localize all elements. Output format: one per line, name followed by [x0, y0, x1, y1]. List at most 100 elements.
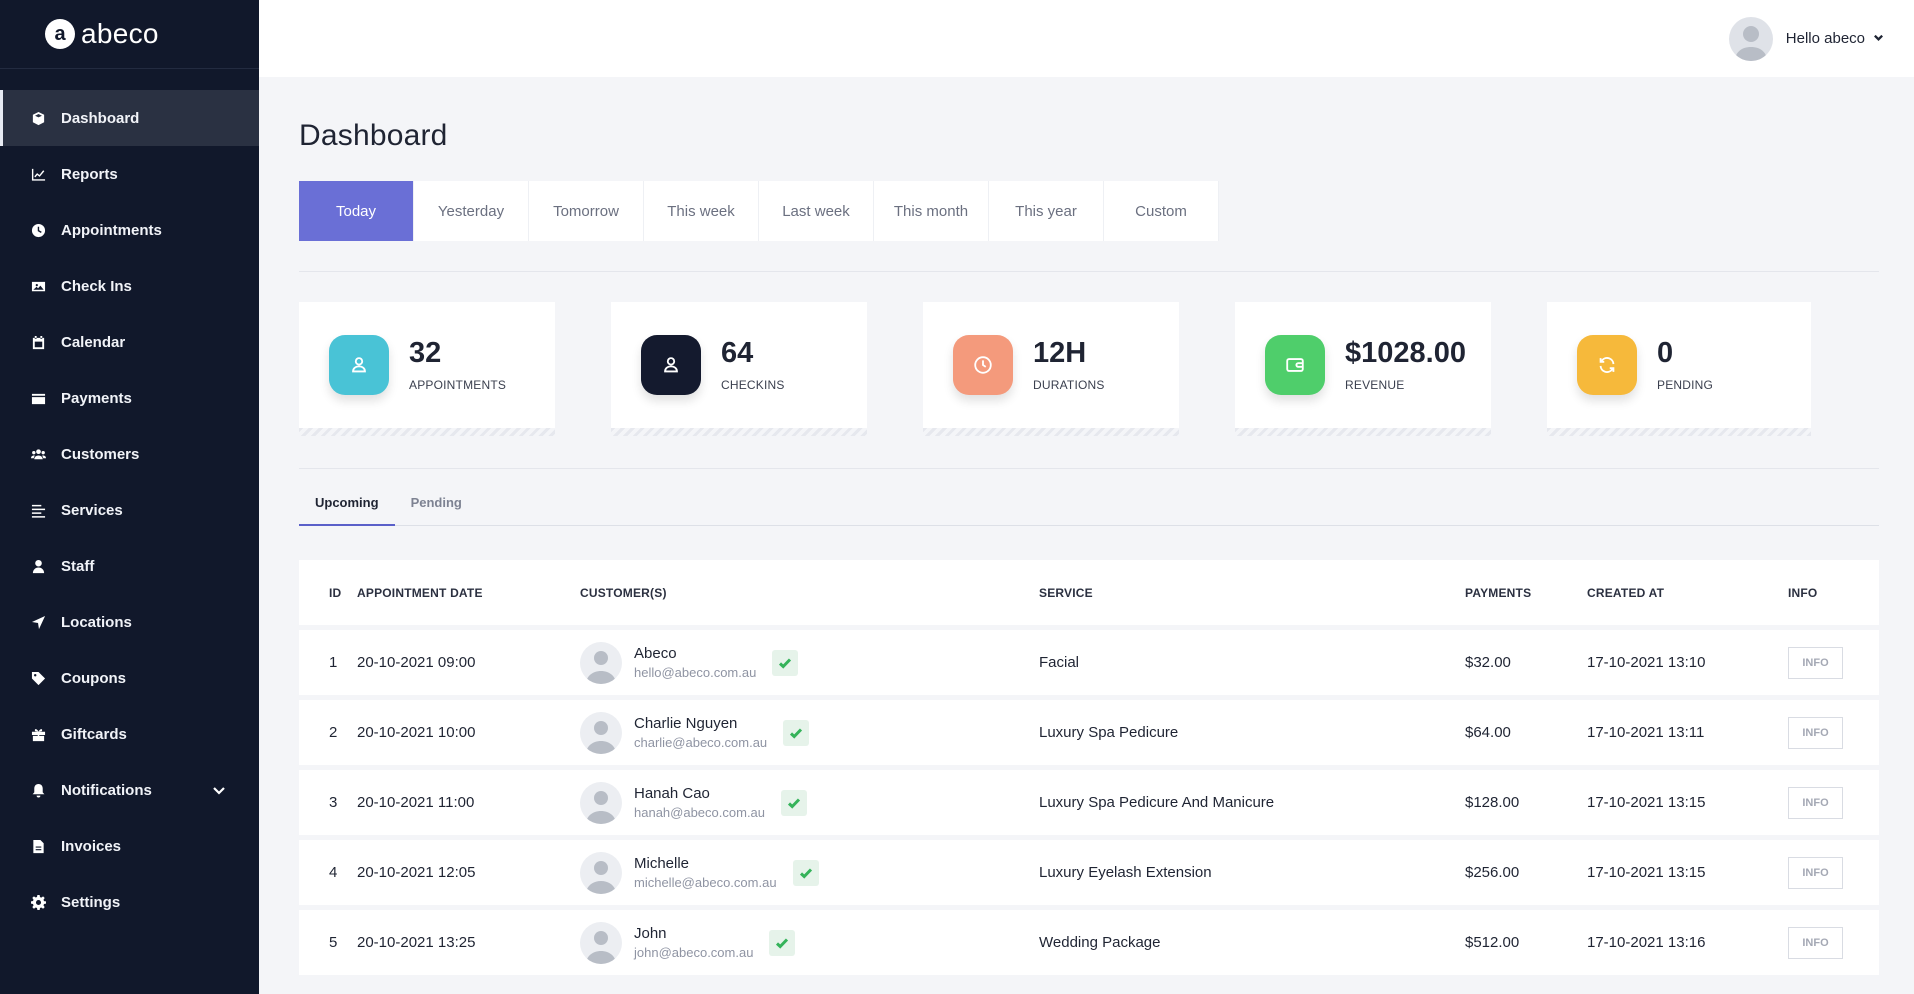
tab-pending[interactable]: Pending — [395, 493, 478, 526]
stat-card-durations: 12H DURATIONS — [923, 302, 1179, 436]
topbar: Hello abeco — [259, 0, 1914, 77]
avatar — [1728, 16, 1773, 61]
stat-value: 12H — [1033, 336, 1087, 369]
sidebar-item-notifications[interactable]: Notifications — [0, 762, 259, 818]
table-row[interactable]: 2 20-10-2021 10:00 Charlie Nguyen charli… — [299, 695, 1879, 765]
stat-value: 64 — [721, 336, 754, 369]
header-appointment-date: APPOINTMENT DATE — [357, 585, 483, 600]
sidebar-item-settings[interactable]: Settings — [0, 874, 259, 930]
cell-id: 4 — [329, 864, 338, 881]
sidebar-item-check-ins[interactable]: Check Ins — [0, 258, 259, 314]
customer-name: Hanah Cao — [634, 785, 710, 802]
info-button[interactable]: INFO — [1788, 856, 1843, 889]
sidebar-item-services[interactable]: Services — [0, 482, 259, 538]
sidebar-item-locations[interactable]: Locations — [0, 594, 259, 650]
customer-name: Charlie Nguyen — [634, 715, 738, 732]
sidebar-item-payments[interactable]: Payments — [0, 370, 259, 426]
brand[interactable]: a abeco — [0, 0, 259, 69]
cell-id: 3 — [329, 794, 338, 811]
sidebar-item-label: Check Ins — [61, 277, 132, 295]
user-icon — [30, 558, 46, 574]
tag-icon — [30, 670, 46, 686]
users-icon — [30, 446, 46, 462]
sidebar-item-appointments[interactable]: Appointments — [0, 202, 259, 258]
sidebar-item-reports[interactable]: Reports — [0, 146, 259, 202]
cell-customer: Hanah Cao hanah@abeco.com.au — [580, 781, 1039, 824]
cell-payment: $32.00 — [1465, 654, 1511, 671]
avatar — [580, 711, 622, 754]
sidebar-item-label: Locations — [61, 613, 132, 631]
table-row[interactable]: 1 20-10-2021 09:00 Abeco hello@abeco.com… — [299, 625, 1879, 695]
info-button[interactable]: INFO — [1788, 716, 1843, 749]
table-row[interactable]: 5 20-10-2021 13:25 John john@abeco.com.a… — [299, 905, 1879, 975]
sidebar-item-label: Staff — [61, 557, 95, 575]
user-icon — [329, 335, 389, 395]
table-row[interactable]: 3 20-10-2021 11:00 Hanah Cao hanah@abeco… — [299, 765, 1879, 835]
check-icon — [772, 649, 799, 676]
avatar — [580, 781, 622, 824]
user-menu[interactable]: Hello abeco — [1728, 16, 1884, 61]
check-icon — [769, 929, 796, 956]
avatar — [580, 921, 622, 964]
sidebar-item-label: Customers — [61, 445, 140, 463]
range-this-week[interactable]: This week — [644, 181, 759, 241]
cell-date: 20-10-2021 10:00 — [357, 724, 476, 741]
sidebar-item-staff[interactable]: Staff — [0, 538, 259, 594]
user-greeting: Hello abeco — [1785, 30, 1865, 47]
sidebar: a abeco Dashboard Reports Appointments C… — [0, 0, 259, 994]
range-custom[interactable]: Custom — [1104, 181, 1219, 241]
sidebar-item-label: Coupons — [61, 669, 126, 687]
bell-icon — [30, 782, 46, 798]
header-created-at: CREATED AT — [1587, 585, 1665, 600]
box-icon — [30, 110, 46, 126]
check-icon — [792, 859, 819, 886]
info-button[interactable]: INFO — [1788, 646, 1843, 679]
stat-label: PENDING — [1657, 377, 1714, 392]
table-row[interactable]: 4 20-10-2021 12:05 Michelle michelle@abe… — [299, 835, 1879, 905]
sidebar-item-label: Invoices — [61, 837, 122, 855]
range-last-week[interactable]: Last week — [759, 181, 874, 241]
range-this-year[interactable]: This year — [989, 181, 1104, 241]
check-icon — [783, 719, 810, 746]
customer-info: Abeco hello@abeco.com.au — [634, 645, 756, 680]
info-button[interactable]: INFO — [1788, 786, 1843, 819]
sidebar-item-coupons[interactable]: Coupons — [0, 650, 259, 706]
chevron-down-icon[interactable] — [211, 782, 227, 798]
brand-name: abeco — [81, 18, 159, 49]
stat-label: REVENUE — [1345, 377, 1405, 392]
chart-line-icon — [30, 166, 46, 182]
customer-info: Hanah Cao hanah@abeco.com.au — [634, 785, 765, 820]
logo-icon: a — [45, 19, 75, 49]
stat-card-appointments: 32 APPOINTMENTS — [299, 302, 555, 436]
sidebar-item-label: Calendar — [61, 333, 126, 351]
cell-customer: Michelle michelle@abeco.com.au — [580, 851, 1039, 894]
sidebar-item-invoices[interactable]: Invoices — [0, 818, 259, 874]
customer-info: Michelle michelle@abeco.com.au — [634, 855, 777, 890]
list-icon — [30, 502, 46, 518]
location-arrow-icon — [30, 614, 46, 630]
sidebar-item-label: Reports — [61, 165, 118, 183]
appointments-table: ID APPOINTMENT DATE CUSTOMER(S) SERVICE … — [299, 560, 1879, 975]
check-icon — [781, 789, 808, 816]
range-this-month[interactable]: This month — [874, 181, 989, 241]
refresh-icon — [1577, 335, 1637, 395]
sidebar-item-dashboard[interactable]: Dashboard — [0, 90, 259, 146]
cell-created: 17-10-2021 13:10 — [1587, 654, 1706, 671]
sidebar-nav: Dashboard Reports Appointments Check Ins… — [0, 90, 259, 930]
info-button[interactable]: INFO — [1788, 926, 1843, 959]
table-header: ID APPOINTMENT DATE CUSTOMER(S) SERVICE … — [299, 560, 1879, 625]
stat-card-revenue: $1028.00 REVENUE — [1235, 302, 1491, 436]
sidebar-item-giftcards[interactable]: Giftcards — [0, 706, 259, 762]
chevron-down-icon — [1873, 30, 1884, 48]
sidebar-item-customers[interactable]: Customers — [0, 426, 259, 482]
range-yesterday[interactable]: Yesterday — [414, 181, 529, 241]
tab-upcoming[interactable]: Upcoming — [299, 493, 395, 526]
calendar-icon — [30, 334, 46, 350]
header-service: SERVICE — [1039, 585, 1093, 600]
header-customers: CUSTOMER(S) — [580, 585, 667, 600]
range-today[interactable]: Today — [299, 181, 414, 241]
range-tomorrow[interactable]: Tomorrow — [529, 181, 644, 241]
date-range-selector: Today Yesterday Tomorrow This week Last … — [299, 181, 1879, 241]
user-icon — [641, 335, 701, 395]
sidebar-item-calendar[interactable]: Calendar — [0, 314, 259, 370]
